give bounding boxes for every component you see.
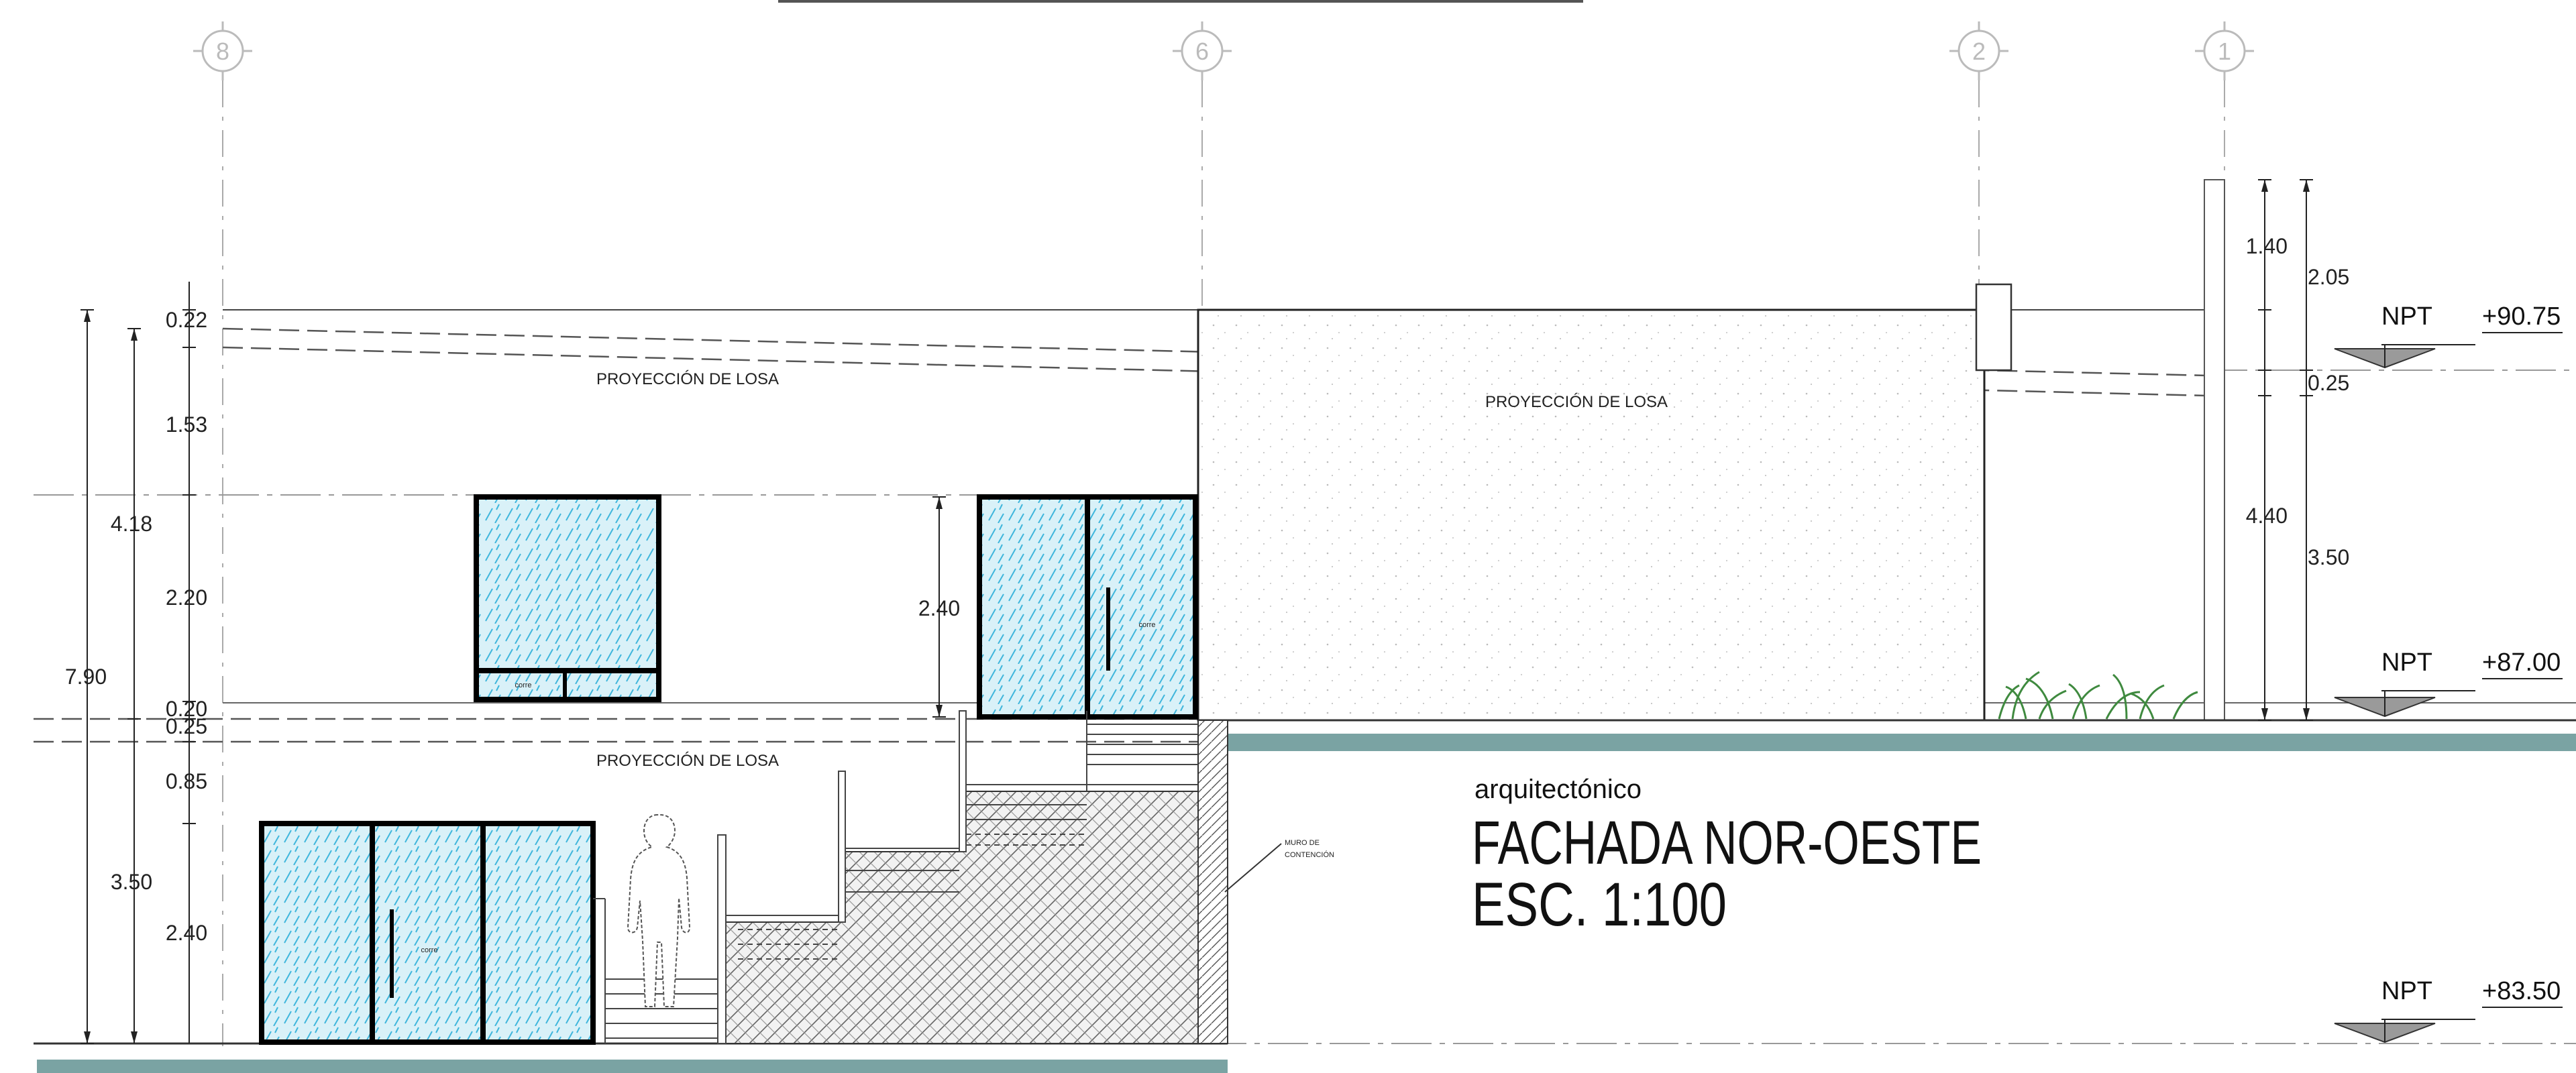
axis-label-6: 6 [1195,38,1209,65]
right-dimensions [2258,179,2313,721]
level-marker-mid: NPT +87.00 [2334,648,2563,718]
elevation-drawing: 8 6 2 1 corre corre corre PROYECCIÓN DE … [34,0,2576,1073]
dim-140: 1.40 [2246,234,2288,258]
slab-label-upper-left: PROYECCIÓN DE LOSA [596,370,779,388]
level-value-mid: +87.00 [2482,648,2561,677]
lower-glazing: corre [259,821,596,1045]
title-subtitle: arquitectónico [1474,775,1642,804]
axis-markers: 8 6 2 1 [193,21,2254,80]
slab-label-lower: PROYECCIÓN DE LOSA [596,752,779,770]
dim-153: 1.53 [166,412,207,437]
corre-label-window: corre [515,681,531,689]
axis-label-2: 2 [1972,38,1986,65]
level-tag-mid: NPT [2381,648,2432,677]
corre-label-lower: corre [421,946,437,954]
dim-door: 2.40 [918,596,960,620]
dim-upper: 4.18 [111,512,152,536]
axis-bubble-1: 1 [2195,21,2254,80]
dim-350-right: 3.50 [2308,545,2349,569]
title-block: arquitectónico FACHADA NOR-OESTE ESC. 1:… [1472,775,1982,939]
dim-025: 0.25 [166,714,207,738]
upper-window: corre [474,494,661,702]
ground-band-upper [1228,734,2576,751]
axis-bubble-8: 8 [193,21,252,80]
level-marker-bottom: NPT +83.50 [2334,977,2563,1043]
level-value-bottom: +83.50 [2482,977,2561,1005]
muro-label-1: MURO DE [1285,839,1320,847]
dim-220: 2.20 [166,585,207,610]
vegetation [1998,671,2198,720]
corre-label-door: corre [1138,621,1155,629]
dim-025-right: 0.25 [2308,371,2349,395]
dim-total: 7.90 [65,665,107,689]
tall-post [2204,179,2225,721]
dim-240-left: 2.40 [166,921,207,945]
right-dimension-arrows [2261,180,2310,720]
level-tag-bottom: NPT [2381,977,2432,1005]
axis-bubble-2: 2 [1949,21,2008,80]
chimney [1975,283,2012,372]
axis-label-8: 8 [216,38,229,65]
dim-350-left: 3.50 [111,870,152,894]
right-volume [1197,308,1986,722]
dim-440: 4.40 [2246,504,2288,528]
axis-bubble-6: 6 [1173,21,1232,80]
level-value-top: +90.75 [2482,302,2561,331]
title-line1: FACHADA NOR-OESTE [1472,809,1982,877]
dim-022: 0.22 [166,308,207,332]
level-tag-top: NPT [2381,302,2432,331]
human-figure [627,814,691,1007]
upper-door: corre [977,494,1198,720]
level-marker-top: NPT +90.75 [2334,302,2563,369]
axis-label-1: 1 [2218,38,2231,65]
dim-085: 0.85 [166,769,207,793]
retaining-wall [1197,720,1228,1044]
title-line2: ESC. 1:100 [1472,870,1727,939]
dim-205: 2.05 [2308,265,2349,289]
slab-label-upper-right: PROYECCIÓN DE LOSA [1485,393,1668,411]
ground-band-lower [37,1060,1228,1073]
muro-label-2: CONTENCIÓN [1285,850,1334,859]
